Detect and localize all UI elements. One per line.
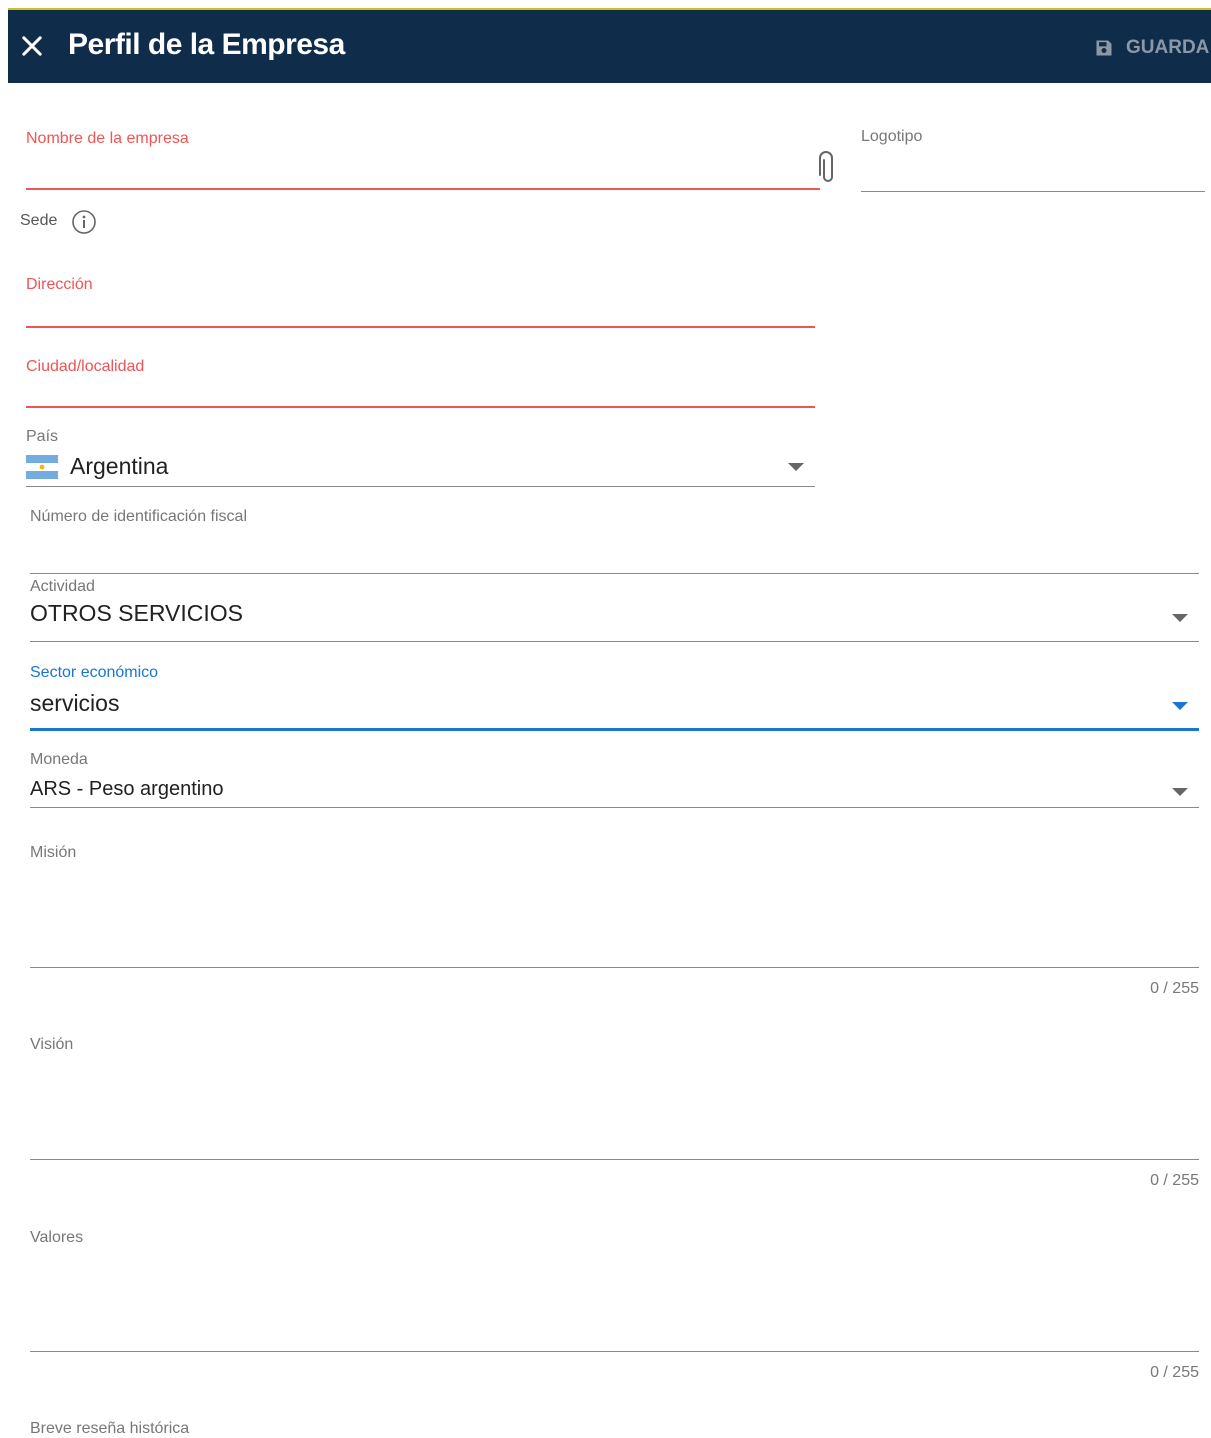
logo-underline bbox=[861, 191, 1205, 192]
activity-value: OTROS SERVICIOS bbox=[30, 600, 244, 626]
company-name-input[interactable] bbox=[26, 152, 820, 188]
save-button-label: GUARDA bbox=[1126, 37, 1210, 58]
city-input[interactable] bbox=[26, 378, 815, 406]
vision-label: Visión bbox=[30, 1036, 74, 1053]
page-title: Perfil de la Empresa bbox=[68, 28, 345, 61]
activity-dropdown-arrow-icon[interactable] bbox=[1172, 614, 1188, 622]
economic-sector-select[interactable] bbox=[30, 684, 1199, 728]
argentina-flag-icon bbox=[26, 455, 58, 479]
company-name-underline bbox=[26, 188, 820, 190]
address-input[interactable] bbox=[26, 296, 815, 326]
save-button[interactable]: GUARDA bbox=[1094, 34, 1209, 62]
logo-label: Logotipo bbox=[861, 128, 923, 145]
economic-sector-label: Sector económico bbox=[30, 664, 159, 681]
paperclip-icon[interactable] bbox=[817, 150, 839, 186]
company-name-label: Nombre de la empresa bbox=[26, 130, 189, 147]
currency-underline bbox=[30, 807, 1199, 808]
info-icon[interactable] bbox=[71, 209, 97, 235]
close-icon[interactable] bbox=[18, 32, 46, 60]
mission-label: Misión bbox=[30, 844, 77, 861]
vision-textarea[interactable] bbox=[30, 1058, 1199, 1158]
values-textarea[interactable] bbox=[30, 1250, 1199, 1350]
mission-char-counter: 0 / 255 bbox=[1150, 980, 1199, 997]
mission-textarea[interactable] bbox=[30, 866, 1199, 966]
address-underline bbox=[26, 326, 815, 328]
country-label: País bbox=[26, 428, 59, 445]
values-char-counter: 0 / 255 bbox=[1150, 1364, 1199, 1381]
currency-dropdown-arrow-icon[interactable] bbox=[1172, 788, 1188, 796]
currency-label: Moneda bbox=[30, 751, 88, 768]
sede-label: Sede bbox=[20, 212, 58, 229]
values-underline bbox=[30, 1351, 1199, 1352]
country-value: Argentina bbox=[70, 453, 169, 479]
economic-sector-dropdown-arrow-icon[interactable] bbox=[1172, 702, 1188, 710]
tax-id-underline bbox=[30, 573, 1199, 574]
history-label: Breve reseña histórica bbox=[30, 1420, 190, 1437]
tax-id-label: Número de identificación fiscal bbox=[30, 508, 247, 525]
country-dropdown-arrow-icon[interactable] bbox=[788, 463, 804, 471]
currency-value: ARS - Peso argentino bbox=[30, 778, 224, 800]
activity-underline bbox=[30, 641, 1199, 642]
city-label: Ciudad/localidad bbox=[26, 358, 145, 375]
values-label: Valores bbox=[30, 1229, 84, 1246]
economic-sector-value: servicios bbox=[30, 690, 120, 716]
vision-underline bbox=[30, 1159, 1199, 1160]
activity-label: Actividad bbox=[30, 578, 95, 595]
logo-input[interactable] bbox=[861, 150, 1205, 190]
economic-sector-underline bbox=[30, 728, 1199, 731]
vision-char-counter: 0 / 255 bbox=[1150, 1172, 1199, 1189]
app-bar: Perfil de la Empresa GUARDA bbox=[8, 10, 1211, 83]
save-icon bbox=[1096, 40, 1112, 56]
address-label: Dirección bbox=[26, 276, 93, 293]
tax-id-input[interactable] bbox=[30, 530, 1199, 572]
mission-underline bbox=[30, 967, 1199, 968]
country-underline bbox=[26, 486, 815, 487]
city-underline bbox=[26, 406, 815, 408]
